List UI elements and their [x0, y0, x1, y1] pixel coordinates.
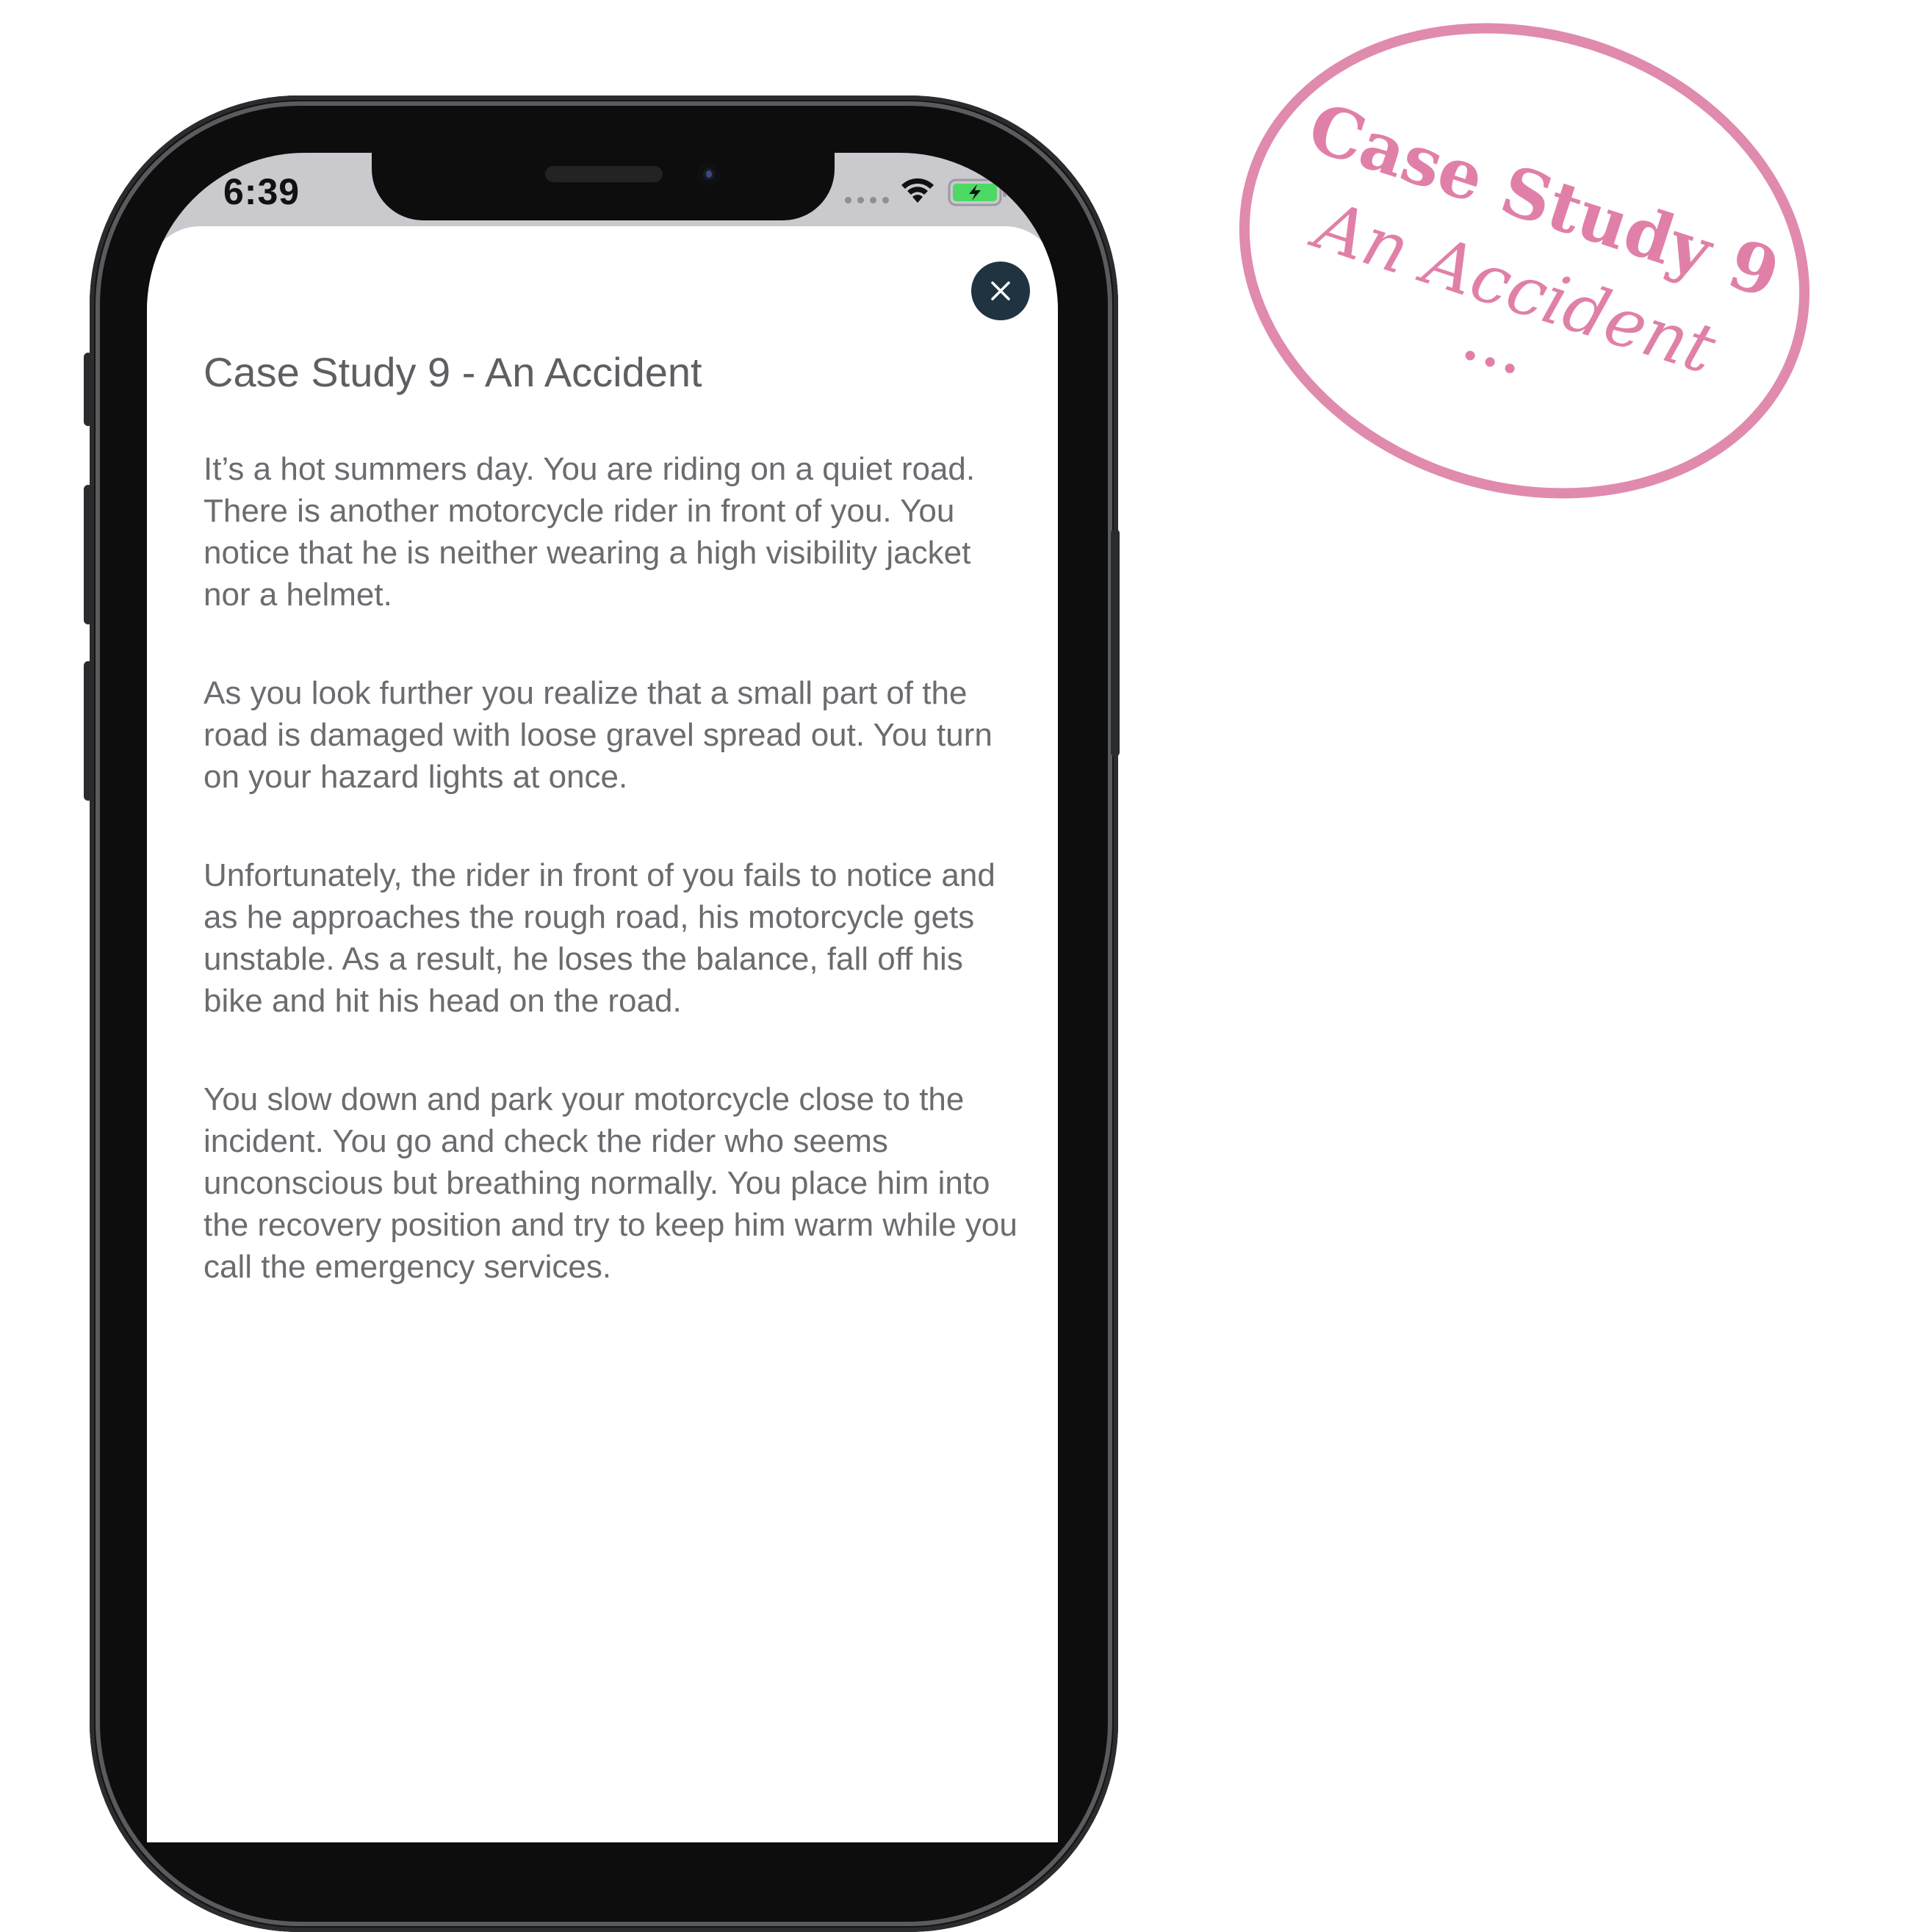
power-button: [1111, 529, 1120, 757]
volume-up-button: [84, 485, 93, 624]
earpiece-speaker: [545, 166, 663, 182]
phone-screen: 6:39 Case Study 9 - An Accident It’s a h…: [147, 153, 1058, 1842]
stamp-text: Case Study 9 An Accident ...: [1177, 0, 1872, 571]
paragraph-1: It’s a hot summers day. You are riding o…: [203, 451, 976, 613]
case-study-stamp: Case Study 9 An Accident ...: [1176, 0, 1873, 571]
volume-down-button: [84, 661, 93, 801]
case-study-content: Case Study 9 - An Accident It’s a hot su…: [203, 347, 1019, 1344]
status-time: 6:39: [223, 171, 300, 212]
wifi-icon: [900, 175, 935, 208]
content-sheet: Case Study 9 - An Accident It’s a hot su…: [147, 226, 1058, 1842]
paragraph-2: As you look further you realize that a s…: [203, 675, 993, 796]
paragraph-3: Unfortunately, the rider in front of you…: [203, 857, 995, 1020]
paragraph-4: You slow down and park your motorcycle c…: [203, 1081, 1017, 1286]
close-button[interactable]: [971, 262, 1030, 320]
signal-dots-icon: [845, 197, 889, 203]
page-title: Case Study 9 - An Accident: [203, 349, 702, 395]
front-camera-icon: [698, 163, 720, 185]
notch: [372, 153, 835, 220]
battery-charging-icon: [948, 178, 1008, 211]
close-icon: [991, 281, 1010, 300]
silent-switch: [84, 353, 93, 426]
